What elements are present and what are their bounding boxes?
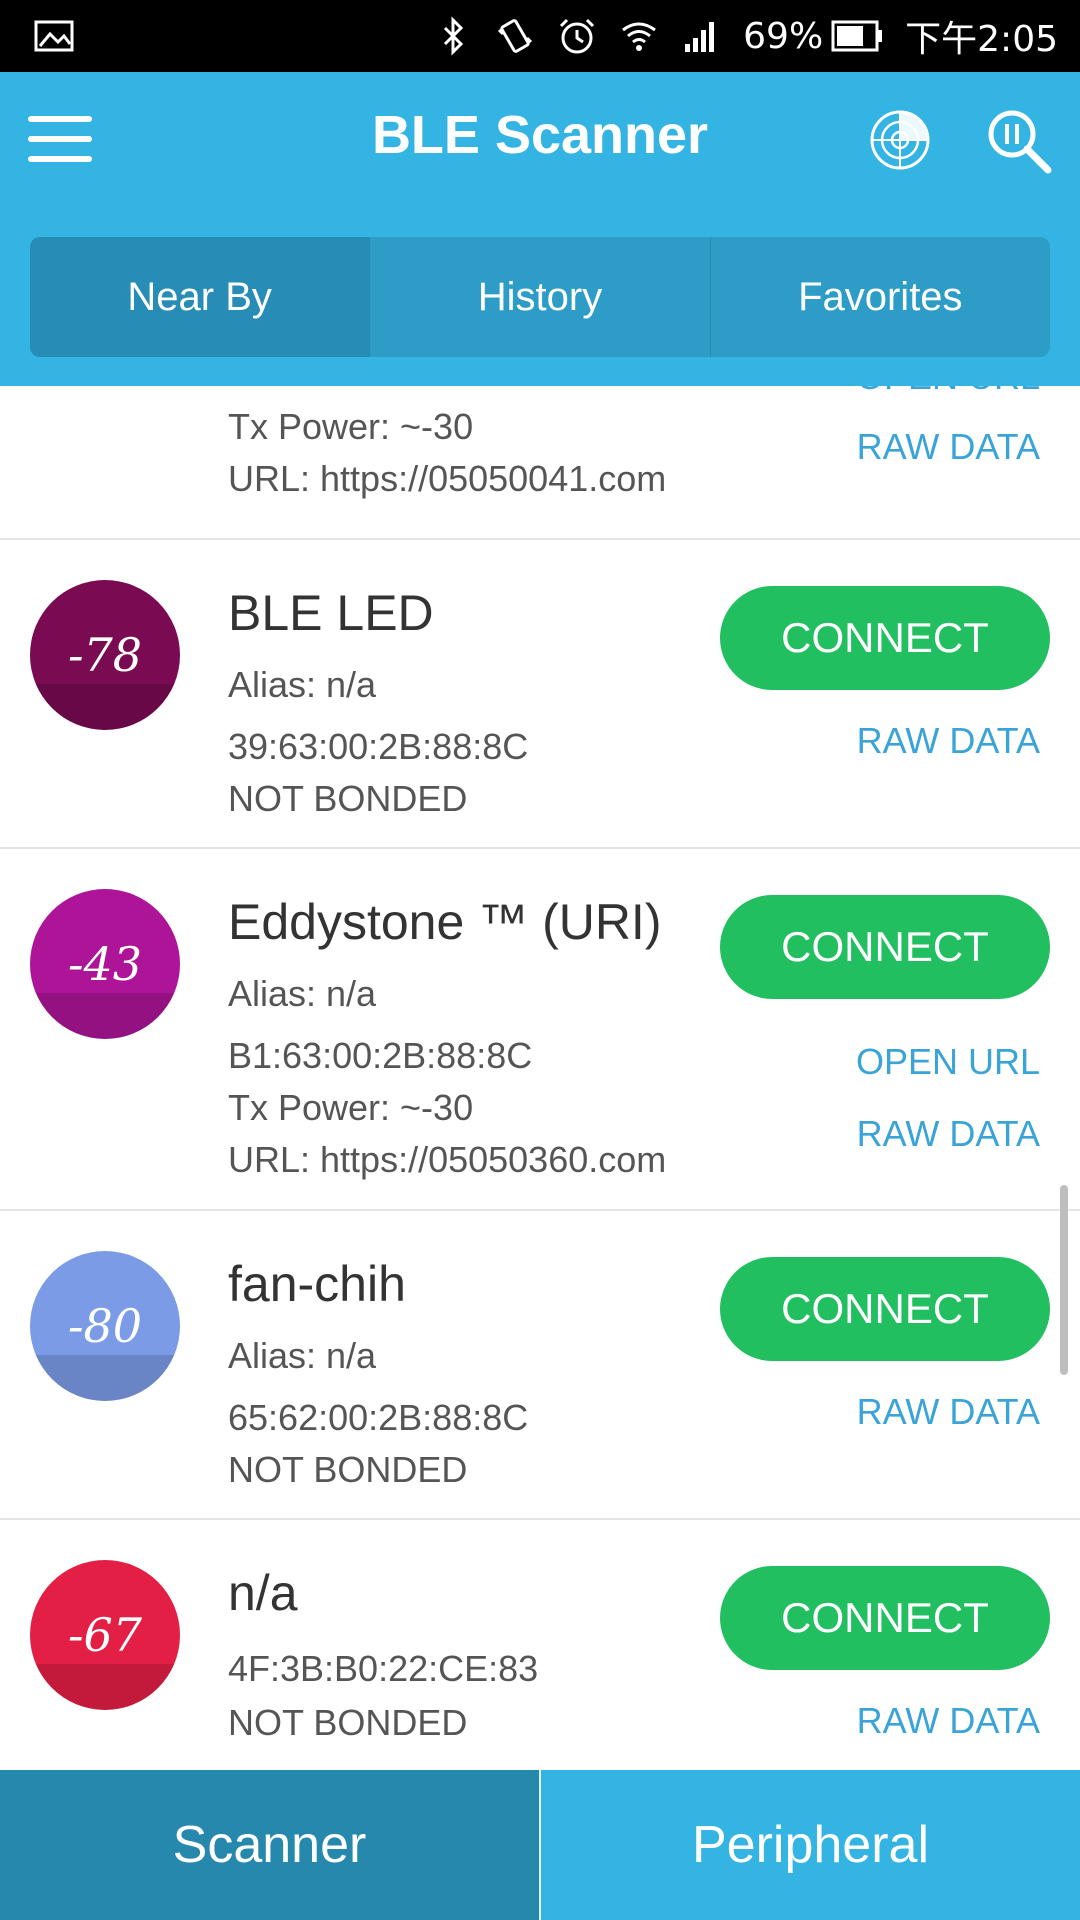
rssi-badge: -43	[30, 889, 180, 1039]
device-bond-state: NOT BONDED	[228, 778, 468, 819]
device-mac: B1:63:00:2B:88:8C	[228, 1035, 533, 1076]
rssi-badge: -78	[30, 580, 180, 730]
connect-button[interactable]: CONNECT	[720, 1566, 1050, 1670]
device-name: n/a	[228, 1565, 298, 1621]
bottom-nav: Scanner Peripheral	[0, 1770, 1080, 1920]
status-bar: 69% 下午2:05	[0, 0, 1080, 72]
battery-icon	[831, 20, 883, 52]
gallery-icon	[34, 18, 74, 59]
wifi-icon	[622, 22, 657, 51]
rssi-value: -78	[67, 628, 143, 682]
device-bond-state: NOT BONDED	[228, 1702, 468, 1743]
battery-percent: 69%	[743, 15, 824, 57]
raw-data-button[interactable]: RAW DATA	[857, 720, 1040, 762]
rssi-value: -80	[67, 1299, 143, 1353]
rssi-badge: -80	[30, 1251, 180, 1401]
device-tx-power: Tx Power: ~-30	[228, 1087, 474, 1128]
device-list[interactable]: D7:61:00:2B:88:8C Tx Power: ~-30 URL: ht…	[0, 386, 1080, 1770]
device-name: Eddystone ™ (URI)	[228, 894, 662, 950]
device-mac: D7:61:00:2B:88:8C	[228, 386, 534, 394]
device-item[interactable]: -78 BLE LED Alias: n/a 39:63:00:2B:88:8C…	[0, 540, 1080, 849]
raw-data-button[interactable]: RAW DATA	[857, 1391, 1040, 1433]
app-bar: BLE Scanner Near By History Favorites	[0, 72, 1080, 386]
tab-history[interactable]: History	[370, 237, 711, 357]
rssi-value: -43	[67, 937, 143, 991]
radar-icon[interactable]	[868, 108, 932, 172]
list-scrollbar[interactable]	[1060, 1185, 1068, 1375]
open-url-button[interactable]: OPEN URL	[856, 1041, 1040, 1083]
device-mac: 4F:3B:B0:22:CE:83	[228, 1648, 539, 1689]
signal-icon	[685, 22, 715, 52]
device-alias: Alias: n/a	[228, 973, 377, 1014]
device-item[interactable]: -80 fan-chih Alias: n/a 65:62:00:2B:88:8…	[0, 1211, 1080, 1520]
device-item[interactable]: -67 n/a 4F:3B:B0:22:CE:83 NOT BONDED CON…	[0, 1520, 1080, 1770]
device-mac: 65:62:00:2B:88:8C	[228, 1397, 529, 1438]
raw-data-button[interactable]: RAW DATA	[857, 426, 1040, 468]
tab-near-by[interactable]: Near By	[30, 237, 371, 357]
device-tx-power: Tx Power: ~-30	[228, 406, 474, 447]
device-url: URL: https://05050360.com	[228, 1139, 667, 1180]
ble-scanner-screen: 69% 下午2:05 BLE Scanner Near By History F…	[0, 0, 1080, 1920]
tab-bar: Near By History Favorites	[30, 237, 1050, 357]
device-name: BLE LED	[228, 585, 434, 641]
connect-button[interactable]: CONNECT	[720, 895, 1050, 999]
connect-button[interactable]: CONNECT	[720, 1257, 1050, 1361]
device-alias: Alias: n/a	[228, 1335, 377, 1376]
open-url-button[interactable]: OPEN URL	[856, 386, 1040, 398]
alarm-icon	[560, 18, 595, 54]
device-url: URL: https://05050041.com	[228, 458, 667, 499]
device-alias: Alias: n/a	[228, 664, 377, 705]
raw-data-button[interactable]: RAW DATA	[857, 1113, 1040, 1155]
connect-button[interactable]: CONNECT	[720, 586, 1050, 690]
device-bond-state: NOT BONDED	[228, 1449, 468, 1490]
bottom-tab-peripheral[interactable]: Peripheral	[539, 1770, 1080, 1920]
clock: 下午2:05	[905, 19, 1058, 60]
device-item[interactable]: D7:61:00:2B:88:8C Tx Power: ~-30 URL: ht…	[0, 386, 1080, 540]
tab-favorites[interactable]: Favorites	[711, 237, 1050, 357]
device-item[interactable]: -43 Eddystone ™ (URI) Alias: n/a B1:63:0…	[0, 849, 1080, 1211]
raw-data-button[interactable]: RAW DATA	[857, 1700, 1040, 1742]
rssi-badge: -67	[30, 1560, 180, 1710]
rssi-value: -67	[67, 1608, 143, 1662]
device-mac: 39:63:00:2B:88:8C	[228, 726, 529, 767]
vibrate-icon	[498, 19, 533, 53]
search-pause-icon[interactable]	[986, 108, 1052, 174]
bottom-tab-scanner[interactable]: Scanner	[0, 1770, 539, 1920]
bluetooth-icon	[444, 16, 464, 56]
device-name: fan-chih	[228, 1256, 406, 1312]
